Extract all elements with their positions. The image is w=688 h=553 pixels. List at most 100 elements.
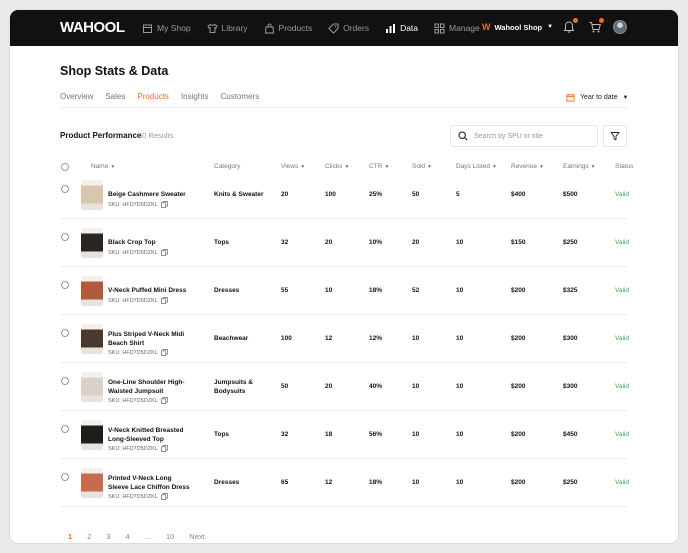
pagination-page-10[interactable]: 10 — [166, 532, 174, 541]
notifications-bell-icon[interactable] — [562, 17, 579, 34]
nav-item-label: Data — [400, 23, 419, 33]
product-category: Dresses — [214, 287, 240, 294]
cell-status: Valid — [615, 479, 629, 486]
product-name[interactable]: Plus Striped V-Neck Midi Beach Shirt — [108, 330, 190, 348]
search-box[interactable] — [450, 125, 598, 147]
user-avatar[interactable] — [613, 20, 627, 34]
product-name[interactable]: One-Line Shoulder High-Waisted Jumpsuit — [108, 378, 190, 396]
nav-item-products[interactable]: Products — [264, 22, 312, 34]
row-checkbox[interactable] — [61, 281, 69, 289]
pagination-page-4[interactable]: 4 — [126, 532, 130, 541]
cell-earnings: $300 — [563, 383, 578, 390]
filter-button[interactable] — [603, 125, 627, 147]
column-header-days[interactable]: Days Listed ▼ — [456, 163, 497, 170]
table-row[interactable]: Plus Striped V-Neck Midi Beach Shirt SKU:… — [60, 315, 629, 363]
copy-icon[interactable] — [160, 297, 168, 304]
cell-views: 50 — [281, 383, 289, 390]
nav-item-my-shop[interactable]: My Shop — [142, 23, 191, 34]
product-thumbnail[interactable] — [81, 180, 103, 210]
row-checkbox[interactable] — [61, 329, 69, 337]
tabs-divider — [60, 107, 628, 108]
product-thumbnail[interactable] — [81, 324, 103, 354]
column-header-revenue[interactable]: Revenue ▼ — [511, 163, 544, 170]
cell-sold: 50 — [412, 191, 420, 198]
table-row[interactable]: V-Neck Knitted Breasted Long-Sleeved Top… — [60, 411, 629, 459]
cart-icon[interactable] — [588, 17, 605, 34]
nav-item-label: Orders — [343, 23, 370, 33]
product-category: Beachwear — [214, 335, 249, 342]
nav-item-data[interactable]: Data — [385, 23, 418, 34]
cell-ctr: 18% — [369, 479, 383, 486]
sort-caret-icon: ▼ — [590, 164, 596, 170]
row-checkbox[interactable] — [61, 185, 69, 193]
table-row[interactable]: V-Neck Puffed Mini Dress SKU: HFD7D5DZKL D… — [60, 267, 629, 315]
wahool-logo[interactable]: WAHOOL — [60, 19, 125, 36]
bar-chart-icon — [385, 23, 400, 34]
product-thumbnail[interactable] — [81, 228, 103, 258]
product-sku: SKU: HFD7D5DZKL — [108, 445, 168, 452]
cell-revenue: $200 — [511, 479, 526, 486]
product-thumbnail[interactable] — [81, 468, 103, 498]
table-row[interactable]: Beige Cashmere Sweater SKU: HFD7D5DZKL Kni… — [60, 171, 629, 219]
cell-revenue: $200 — [511, 431, 526, 438]
column-header-sold[interactable]: Sold ▼ — [412, 163, 432, 170]
column-header-earnings[interactable]: Earnings ▼ — [563, 163, 596, 170]
copy-icon[interactable] — [160, 249, 168, 256]
column-header-views[interactable]: Views ▼ — [281, 163, 305, 170]
select-all-checkbox[interactable] — [61, 163, 69, 171]
product-sku: SKU: HFD7D5DZKL — [108, 493, 168, 500]
table-row[interactable]: One-Line Shoulder High-Waisted Jumpsuit S… — [60, 363, 629, 411]
pagination-next-button[interactable]: Next — [189, 532, 204, 541]
tab-insights[interactable]: Insights — [181, 92, 209, 108]
tab-products[interactable]: Products — [137, 92, 169, 108]
calendar-icon — [566, 93, 575, 102]
nav-item-library[interactable]: Library — [206, 23, 248, 34]
shop-selector[interactable]: W Wahool Shop ▼ — [482, 22, 553, 32]
table-row[interactable]: Printed V-Neck Long Sleeve Lace Chiffon … — [60, 459, 629, 507]
column-header-name[interactable]: Name ▼ — [91, 163, 115, 170]
product-name[interactable]: Beige Cashmere Sweater — [108, 190, 190, 199]
product-thumbnail[interactable] — [81, 276, 103, 306]
search-input[interactable] — [474, 132, 592, 140]
sort-caret-icon: ▼ — [491, 164, 497, 170]
product-name[interactable]: V-Neck Knitted Breasted Long-Sleeved Top — [108, 426, 190, 444]
copy-icon[interactable] — [160, 445, 168, 452]
column-header-ctr[interactable]: CTR ▼ — [369, 163, 389, 170]
copy-icon[interactable] — [160, 493, 168, 500]
date-range-label: Year to date — [580, 94, 618, 101]
nav-item-manage[interactable]: Manage — [434, 23, 480, 34]
cell-status: Valid — [615, 239, 629, 246]
product-thumbnail[interactable] — [81, 372, 103, 402]
bag-icon — [264, 22, 279, 34]
table-row[interactable]: Black Crop Top SKU: HFD7D5DZKL Tops 32 20 10%… — [60, 219, 629, 267]
cell-days: 10 — [456, 239, 464, 246]
nav-item-orders[interactable]: Orders — [328, 23, 369, 34]
cell-earnings: $500 — [563, 191, 578, 198]
pagination-page-3[interactable]: 3 — [106, 532, 110, 541]
pagination-ellipsis: ... — [144, 532, 151, 541]
row-checkbox[interactable] — [61, 233, 69, 241]
cell-ctr: 18% — [369, 287, 383, 294]
product-name[interactable]: V-Neck Puffed Mini Dress — [108, 286, 190, 295]
date-range-selector[interactable]: Year to date ▼ — [566, 93, 628, 102]
copy-icon[interactable] — [160, 397, 168, 404]
tab-sales[interactable]: Sales — [105, 92, 125, 108]
shop-selector-label: Wahool Shop — [494, 22, 543, 32]
cell-clicks: 20 — [325, 383, 333, 390]
product-category: Jumpsuits & Bodysuits — [214, 379, 254, 395]
copy-icon[interactable] — [160, 349, 168, 356]
product-name[interactable]: Black Crop Top — [108, 238, 190, 247]
sort-caret-icon: ▼ — [344, 164, 350, 170]
row-checkbox[interactable] — [61, 377, 69, 385]
product-thumbnail[interactable] — [81, 420, 103, 450]
tab-overview[interactable]: Overview — [60, 92, 93, 108]
row-checkbox[interactable] — [61, 425, 69, 433]
row-checkbox[interactable] — [61, 473, 69, 481]
column-header-clicks[interactable]: Clicks ▼ — [325, 163, 349, 170]
product-name[interactable]: Printed V-Neck Long Sleeve Lace Chiffon … — [108, 474, 190, 492]
cell-ctr: 25% — [369, 191, 383, 198]
copy-icon[interactable] — [160, 201, 168, 208]
tab-customers[interactable]: Customers — [221, 92, 260, 108]
pagination-page-1[interactable]: 1 — [68, 532, 72, 541]
pagination-page-2[interactable]: 2 — [87, 532, 91, 541]
